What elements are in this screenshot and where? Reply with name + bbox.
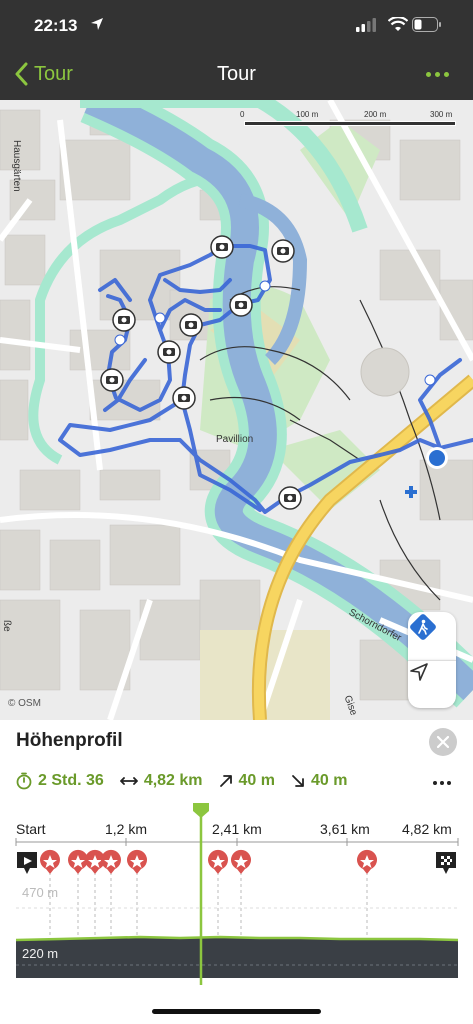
status-time: 22:13 <box>34 16 78 35</box>
start-marker <box>17 852 37 874</box>
street-label: Hausgärten <box>11 140 22 192</box>
distance-arrows-icon <box>119 777 138 785</box>
finish-marker <box>436 852 456 874</box>
map-attribution: © OSM <box>8 698 41 709</box>
highlight-markers <box>40 849 377 874</box>
map-scale: 0 100 m 200 m 300 m <box>240 110 462 132</box>
descent-arrow-icon <box>292 775 304 787</box>
page-title: Tour <box>217 63 256 85</box>
scale-label: 100 m <box>296 110 319 119</box>
descent-value: 40 m <box>311 772 348 789</box>
place-label-pavillion: Pavillion <box>216 434 254 445</box>
close-button[interactable] <box>429 728 457 756</box>
location-arrow-icon <box>410 663 428 681</box>
profile-title: Höhenprofil <box>16 730 123 751</box>
location-arrow-icon <box>91 18 103 30</box>
scale-label: 200 m <box>364 110 387 119</box>
cellular-signal-icon <box>356 18 376 32</box>
navigate-button[interactable] <box>408 612 456 660</box>
stats-more-button[interactable] <box>433 781 451 785</box>
hiking-directions-icon <box>410 614 436 640</box>
map-canvas <box>0 100 473 720</box>
tour-stats: 2 Std. 36 4,82 km 40 m 40 m <box>16 772 363 790</box>
scale-label: 0 <box>240 110 245 119</box>
descent-stat: 40 m <box>291 772 347 790</box>
duration-value: 2 Std. 36 <box>38 772 104 789</box>
navigation-bar: Tour Tour <box>0 50 473 100</box>
scale-label: 300 m <box>430 110 453 119</box>
map-view[interactable]: 0 100 m 200 m 300 m Hausgärten Pavillion… <box>0 100 473 720</box>
more-options-button[interactable] <box>426 72 449 77</box>
status-bar: 22:13 <box>0 0 473 50</box>
elevation-max-label: 470 m <box>22 885 59 900</box>
close-icon <box>437 736 449 748</box>
elevation-min-label: 220 m <box>22 946 59 961</box>
wifi-icon <box>388 17 408 31</box>
distance-stat: 4,82 km <box>119 772 203 790</box>
current-location-marker <box>426 447 448 469</box>
elevation-chart[interactable] <box>0 800 473 1000</box>
ascent-arrow-icon <box>219 775 232 787</box>
locate-me-button[interactable] <box>408 660 456 708</box>
stopwatch-icon <box>16 772 32 790</box>
distance-value: 4,82 km <box>143 772 203 789</box>
battery-icon <box>412 17 441 32</box>
duration-stat: 2 Std. 36 <box>16 772 104 790</box>
home-indicator[interactable] <box>152 1009 321 1014</box>
ascent-value: 40 m <box>238 772 275 789</box>
street-label: ße <box>1 620 12 632</box>
ascent-stat: 40 m <box>219 772 275 790</box>
